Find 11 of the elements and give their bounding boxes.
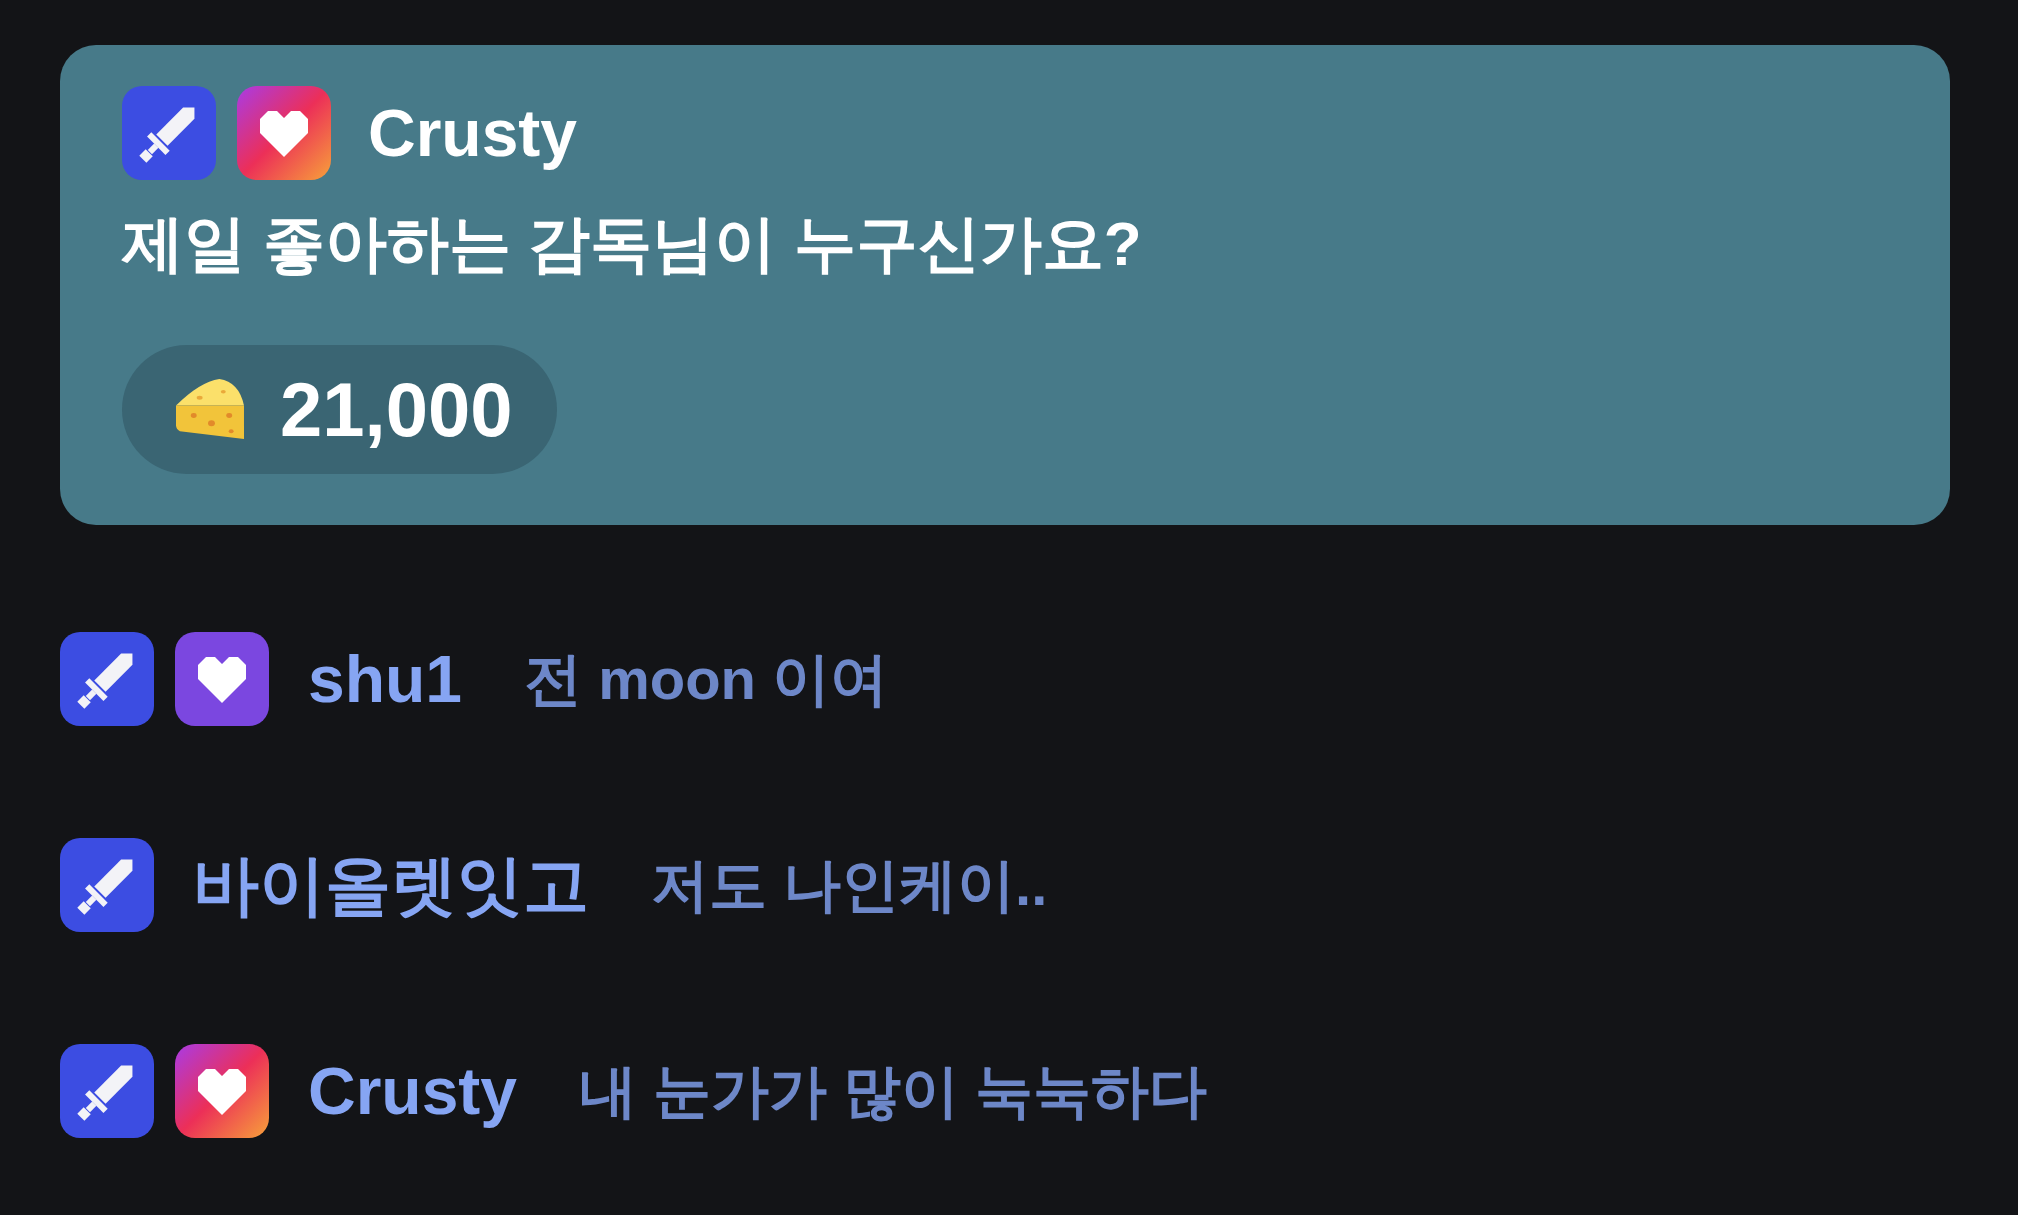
chat-message: 전 moon 이여 xyxy=(524,650,889,708)
sword-icon xyxy=(60,1044,154,1138)
donation-amount: 21,000 xyxy=(280,371,513,448)
chat-message: 저도 나인케이.. xyxy=(651,856,1048,914)
chat-message: 내 눈가가 많이 눅눅하다 xyxy=(579,1062,1208,1120)
message-text: 제일 좋아하는 감독님이 누구신가요? xyxy=(122,208,1142,280)
username: 바이올렛잇고 xyxy=(193,852,589,918)
sword-icon xyxy=(60,838,154,932)
sword-icon xyxy=(60,632,154,726)
username: shu1 xyxy=(308,646,463,712)
sword-icon xyxy=(122,86,216,180)
